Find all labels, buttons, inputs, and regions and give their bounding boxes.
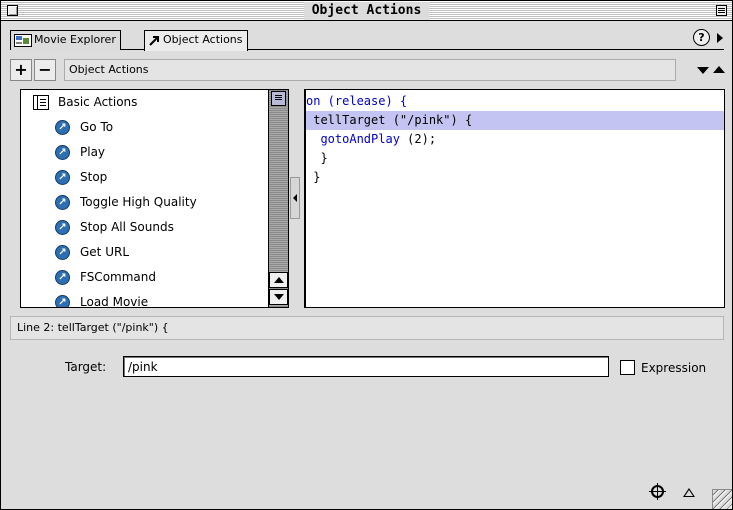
target-input[interactable]: [123, 356, 609, 377]
window-title: Object Actions: [303, 2, 430, 20]
panel-tabs: Movie Explorer Object Actions ?: [10, 28, 724, 51]
book-icon: [33, 95, 49, 110]
remove-action-button[interactable]: −: [34, 59, 56, 81]
list-item[interactable]: Stop All Sounds: [55, 215, 288, 240]
action-icon: [55, 145, 70, 160]
action-label: Stop: [80, 170, 108, 184]
movie-explorer-icon: [14, 33, 32, 47]
list-item[interactable]: Load Movie: [55, 290, 288, 308]
list-item[interactable]: Toggle High Quality: [55, 190, 288, 215]
tab-object-actions[interactable]: Object Actions: [144, 30, 248, 51]
action-label: Go To: [80, 120, 114, 134]
add-action-button[interactable]: +: [10, 59, 32, 81]
toolbar-title: Object Actions: [64, 59, 676, 81]
close-box[interactable]: [7, 5, 18, 16]
expression-label: Expression: [641, 361, 707, 375]
code-line[interactable]: on (release) {: [306, 92, 724, 111]
collapse-box[interactable]: [716, 5, 727, 16]
action-label: Get URL: [80, 245, 130, 259]
list-item[interactable]: Go To: [55, 115, 288, 140]
actions-scrollbar[interactable]: [268, 90, 288, 307]
list-item[interactable]: Play: [55, 140, 288, 165]
title-bar[interactable]: Object Actions: [1, 1, 732, 21]
action-icon: [55, 270, 70, 285]
action-label: Toggle High Quality: [80, 195, 197, 209]
code-line[interactable]: }: [306, 168, 724, 187]
code-line[interactable]: }: [306, 149, 724, 168]
action-label: FSCommand: [80, 270, 156, 284]
scroll-down-arrow-icon[interactable]: [269, 289, 288, 305]
list-item[interactable]: Stop: [55, 165, 288, 190]
object-actions-window: Object Actions Movie Explorer Object Act…: [0, 0, 733, 510]
collapse-params-icon[interactable]: [683, 488, 695, 497]
line-status: Line 2: tellTarget ("/pink") {: [10, 316, 724, 340]
action-icon: [55, 220, 70, 235]
category-label: Basic Actions: [58, 95, 138, 109]
action-icon: [55, 170, 70, 185]
resize-grip-icon[interactable]: [712, 489, 732, 509]
crosshair-icon[interactable]: [649, 483, 666, 500]
action-label: Stop All Sounds: [80, 220, 174, 234]
script-editor[interactable]: on (release) { tellTarget ("/pink") { go…: [304, 89, 725, 308]
move-down-icon[interactable]: [697, 67, 709, 74]
tab-label: Movie Explorer: [34, 33, 116, 46]
target-label: Target:: [65, 360, 107, 374]
actions-list: Basic Actions Go To Play Stop Toggle Hig…: [20, 89, 289, 308]
list-item[interactable]: FSCommand: [55, 265, 288, 290]
object-actions-icon: [149, 35, 159, 46]
actions-toolbar: + − Object Actions: [10, 59, 725, 83]
panel-menu-arrow-icon[interactable]: [717, 33, 723, 43]
pane-splitter[interactable]: [290, 177, 300, 219]
expression-checkbox[interactable]: [620, 360, 635, 375]
action-label: Play: [80, 145, 106, 159]
action-icon: [55, 295, 70, 307]
action-icon: [55, 195, 70, 210]
category-basic-actions[interactable]: Basic Actions: [33, 90, 281, 115]
list-item[interactable]: Get URL: [55, 240, 288, 265]
help-button[interactable]: ?: [693, 29, 710, 46]
tab-label: Object Actions: [163, 33, 243, 46]
scroll-up-arrow-icon[interactable]: [269, 272, 288, 288]
tab-movie-explorer[interactable]: Movie Explorer: [10, 30, 121, 50]
move-up-icon[interactable]: [713, 66, 725, 73]
scroll-thumb[interactable]: [271, 91, 286, 106]
action-icon: [55, 245, 70, 260]
code-line[interactable]: gotoAndPlay (2);: [306, 130, 724, 149]
code-line-selected[interactable]: tellTarget ("/pink") {: [306, 111, 724, 130]
action-label: Load Movie: [80, 295, 149, 308]
action-icon: [55, 120, 70, 135]
